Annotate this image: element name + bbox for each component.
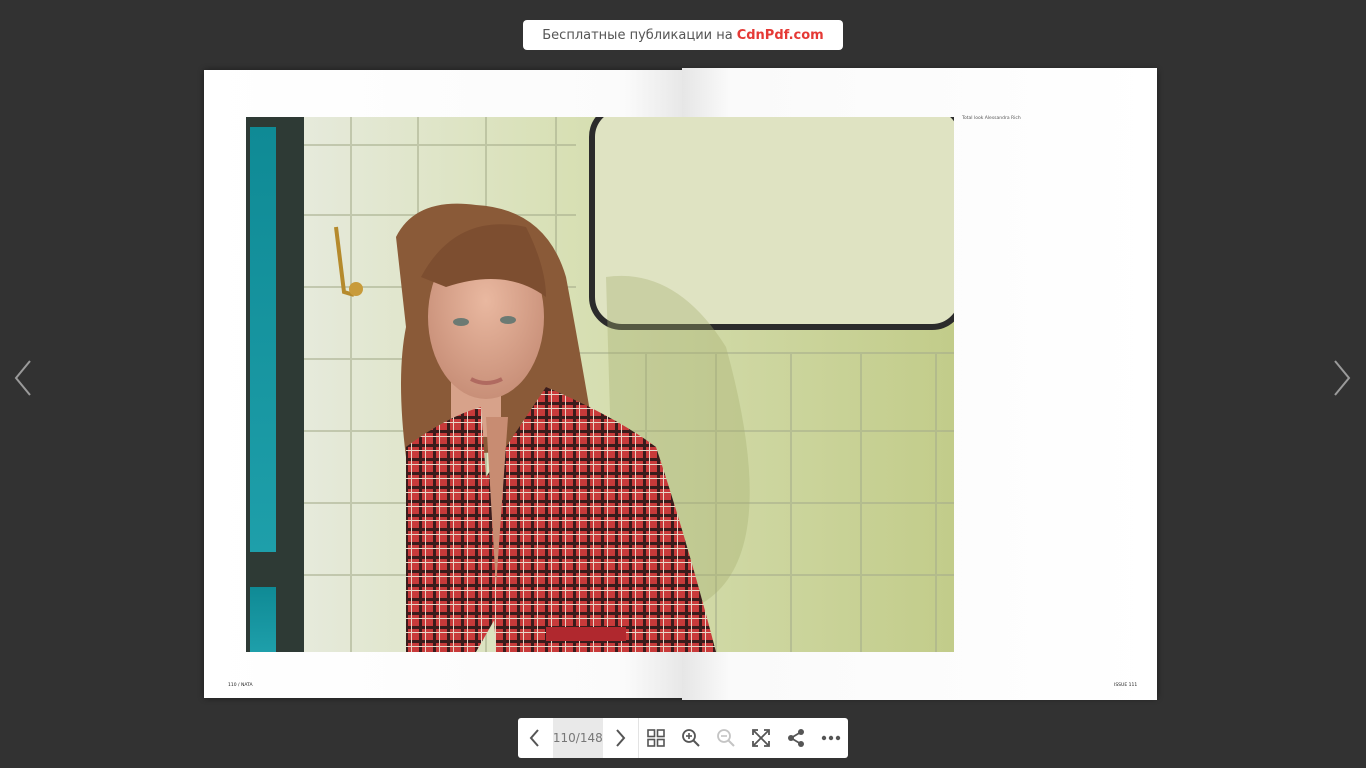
left-folio: 110 / NATA	[228, 683, 253, 688]
page-counter[interactable]: 110/148	[552, 718, 603, 758]
prev-page-button[interactable]	[518, 718, 553, 758]
promo-banner[interactable]: Бесплатные публикации на CdnPdf.com	[523, 20, 843, 50]
zoom-in-icon	[682, 729, 700, 747]
share-icon	[787, 729, 804, 747]
viewer-toolbar: 110/148	[518, 718, 848, 758]
share-button[interactable]	[778, 718, 813, 758]
promo-brand-link[interactable]: CdnPdf.com	[737, 28, 824, 43]
photo-caption: Total look Alessandra Rich	[962, 116, 1021, 121]
fullscreen-button[interactable]	[743, 718, 778, 758]
chevron-right-icon	[616, 729, 626, 747]
fashion-photo	[246, 117, 954, 652]
next-page-arrow[interactable]	[1327, 358, 1357, 398]
chevron-left-icon	[530, 729, 540, 747]
thumbnails-button[interactable]	[639, 718, 674, 758]
chevron-right-icon	[1334, 360, 1351, 396]
chevron-left-icon	[14, 360, 31, 396]
more-options-button[interactable]	[813, 718, 848, 758]
magazine-spread[interactable]: Total look Alessandra Rich 110 / NATA IS…	[204, 68, 1157, 700]
zoom-out-icon	[716, 729, 735, 747]
previous-page-arrow[interactable]	[10, 358, 40, 398]
next-page-button[interactable]	[603, 718, 638, 758]
right-folio: ISSUE 111	[1114, 683, 1138, 688]
more-icon	[821, 735, 840, 741]
zoom-in-button[interactable]	[674, 718, 709, 758]
fullscreen-icon	[751, 729, 770, 747]
promo-banner-text: Бесплатные публикации на	[542, 27, 733, 43]
grid-icon	[647, 729, 665, 747]
zoom-out-button[interactable]	[708, 718, 743, 758]
